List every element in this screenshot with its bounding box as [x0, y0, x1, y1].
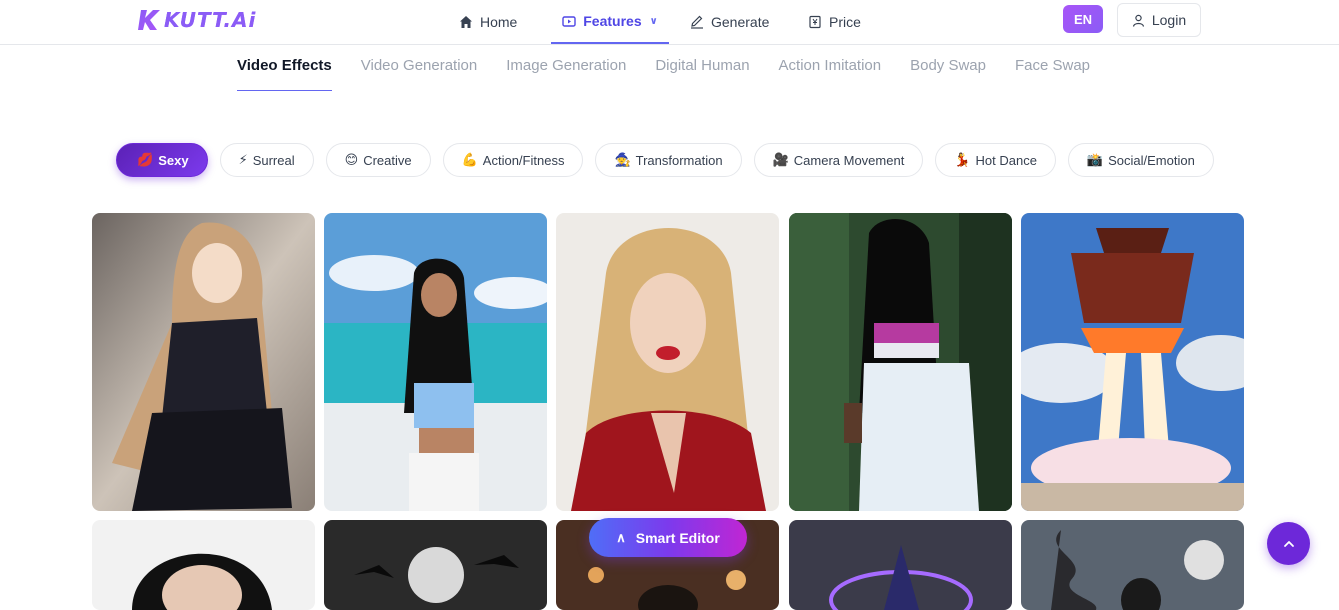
chip-transformation[interactable]: 🧙 Transformation	[595, 143, 742, 177]
smart-editor-label: Smart Editor	[635, 529, 720, 546]
anime-girl-thumbnail	[92, 213, 315, 511]
chip-sexy[interactable]: 💋 Sexy	[116, 143, 208, 177]
login-label: Login	[1151, 12, 1187, 28]
effect-card[interactable]	[789, 520, 1012, 610]
effect-card[interactable]	[324, 213, 547, 511]
scroll-to-top-button[interactable]	[1267, 522, 1310, 565]
blonde-woman-thumbnail	[556, 213, 779, 511]
tab-video-generation[interactable]: Video Generation	[361, 57, 477, 91]
beach-woman-thumbnail	[324, 213, 547, 511]
brand-name: KUTT.Ai	[164, 8, 257, 32]
moon-smoke-thumbnail	[1021, 520, 1244, 610]
chip-label: Hot Dance	[975, 152, 1037, 168]
chip-label: Camera Movement	[793, 152, 905, 168]
feature-tabs: Video Effects Video Generation Image Gen…	[237, 57, 1119, 91]
video-icon	[562, 16, 576, 27]
login-button[interactable]: Login	[1117, 3, 1201, 37]
user-icon	[1132, 14, 1144, 27]
chip-label: Surreal	[252, 152, 295, 168]
tab-action-imitation[interactable]: Action Imitation	[779, 57, 882, 91]
price-tag-icon	[809, 15, 821, 29]
top-header: KUTT.Ai Home Features ∨ Generate Price E…	[0, 0, 1339, 45]
tab-digital-human[interactable]: Digital Human	[655, 57, 749, 91]
camera-icon: 🎥	[772, 152, 789, 168]
logo-icon	[138, 10, 160, 30]
smile-icon: 😊	[344, 152, 359, 168]
chevron-up-icon: ∧	[616, 529, 626, 545]
witch-hat-thumbnail	[789, 520, 1012, 610]
language-button[interactable]: EN	[1063, 5, 1103, 33]
effect-card[interactable]	[789, 213, 1012, 511]
woman-portrait-thumbnail	[92, 520, 315, 610]
chevron-down-icon: ∨	[649, 15, 658, 27]
nav-home-label: Home	[480, 14, 518, 30]
chip-label: Creative	[363, 152, 412, 168]
dancer-icon: 💃	[954, 152, 971, 168]
chip-label: Transformation	[635, 152, 723, 168]
chip-surreal[interactable]: ⚡ Surreal	[219, 143, 314, 177]
nav-features[interactable]: Features ∨	[551, 0, 669, 44]
tab-body-swap[interactable]: Body Swap	[910, 57, 986, 91]
lightning-icon: ⚡	[238, 152, 248, 168]
effect-card[interactable]	[324, 520, 547, 610]
chip-social-emotion[interactable]: 📸 Social/Emotion	[1067, 143, 1214, 177]
chip-camera-movement[interactable]: 🎥 Camera Movement	[753, 143, 924, 177]
chip-label: Social/Emotion	[1108, 152, 1195, 168]
nav-price[interactable]: Price	[808, 0, 861, 44]
photo-camera-icon: 📸	[1086, 152, 1104, 168]
chip-hot-dance[interactable]: 💃 Hot Dance	[935, 143, 1056, 177]
moon-ravens-thumbnail	[324, 520, 547, 610]
effect-card[interactable]	[1021, 213, 1244, 511]
lips-icon: 💋	[137, 152, 154, 168]
brand-logo[interactable]: KUTT.Ai	[137, 7, 256, 33]
effect-card[interactable]	[1021, 520, 1244, 610]
pencil-icon	[691, 15, 703, 29]
muscle-icon: 💪	[461, 152, 478, 168]
nav-generate-label: Generate	[711, 14, 770, 30]
chip-label: Sexy	[158, 152, 189, 168]
tab-video-effects[interactable]: Video Effects	[237, 57, 332, 91]
jungle-woman-thumbnail	[789, 213, 1012, 511]
tab-image-generation[interactable]: Image Generation	[506, 57, 626, 91]
effect-card[interactable]	[556, 213, 779, 511]
chip-action-fitness[interactable]: 💪 Action/Fitness	[442, 143, 584, 177]
category-filters: 💋 Sexy ⚡ Surreal 😊 Creative 💪 Action/Fit…	[116, 143, 1226, 177]
smart-editor-button[interactable]: ∧ Smart Editor	[589, 518, 747, 557]
chip-creative[interactable]: 😊 Creative	[325, 143, 431, 177]
tab-face-swap[interactable]: Face Swap	[1015, 57, 1090, 91]
wizard-icon: 🧙	[614, 152, 631, 168]
chip-label: Action/Fitness	[482, 152, 565, 168]
effect-card[interactable]	[92, 213, 315, 511]
temple-rocket-thumbnail	[1021, 213, 1244, 511]
nav-price-label: Price	[829, 14, 861, 30]
nav-features-label: Features	[583, 13, 642, 29]
chevron-up-icon	[1283, 540, 1294, 547]
nav-home[interactable]: Home	[459, 0, 517, 44]
effect-card[interactable]	[92, 520, 315, 610]
nav-generate[interactable]: Generate	[690, 0, 769, 44]
home-icon	[460, 16, 472, 28]
